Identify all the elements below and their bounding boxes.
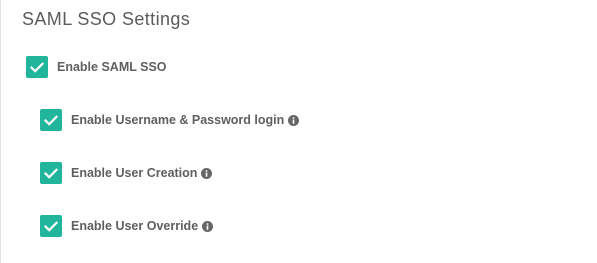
section-title: SAML SSO Settings [22, 9, 191, 29]
enable-user-override-checkbox[interactable] [40, 215, 62, 237]
info-icon[interactable] [201, 167, 213, 179]
info-icon[interactable] [288, 114, 300, 126]
enable-username-password-login-checkbox[interactable] [40, 109, 62, 131]
checkmark-icon [44, 114, 58, 126]
enable-saml-sso-option[interactable]: Enable SAML SSO [26, 56, 167, 78]
enable-user-creation-option[interactable]: Enable User Creation [40, 162, 213, 184]
enable-user-override-label: Enable User Override [71, 219, 199, 233]
checkmark-icon [44, 220, 58, 232]
enable-user-creation-checkbox[interactable] [40, 162, 62, 184]
enable-username-password-login-option[interactable]: Enable Username & Password login [40, 109, 300, 131]
panel-left-border [0, 0, 1, 263]
enable-user-creation-label: Enable User Creation [71, 166, 198, 180]
enable-saml-sso-label: Enable SAML SSO [57, 60, 167, 74]
enable-saml-sso-checkbox[interactable] [26, 56, 48, 78]
enable-username-password-login-label: Enable Username & Password login [71, 113, 285, 127]
enable-user-override-option[interactable]: Enable User Override [40, 215, 214, 237]
checkmark-icon [44, 167, 58, 179]
info-icon[interactable] [202, 220, 214, 232]
checkmark-icon [30, 61, 44, 73]
